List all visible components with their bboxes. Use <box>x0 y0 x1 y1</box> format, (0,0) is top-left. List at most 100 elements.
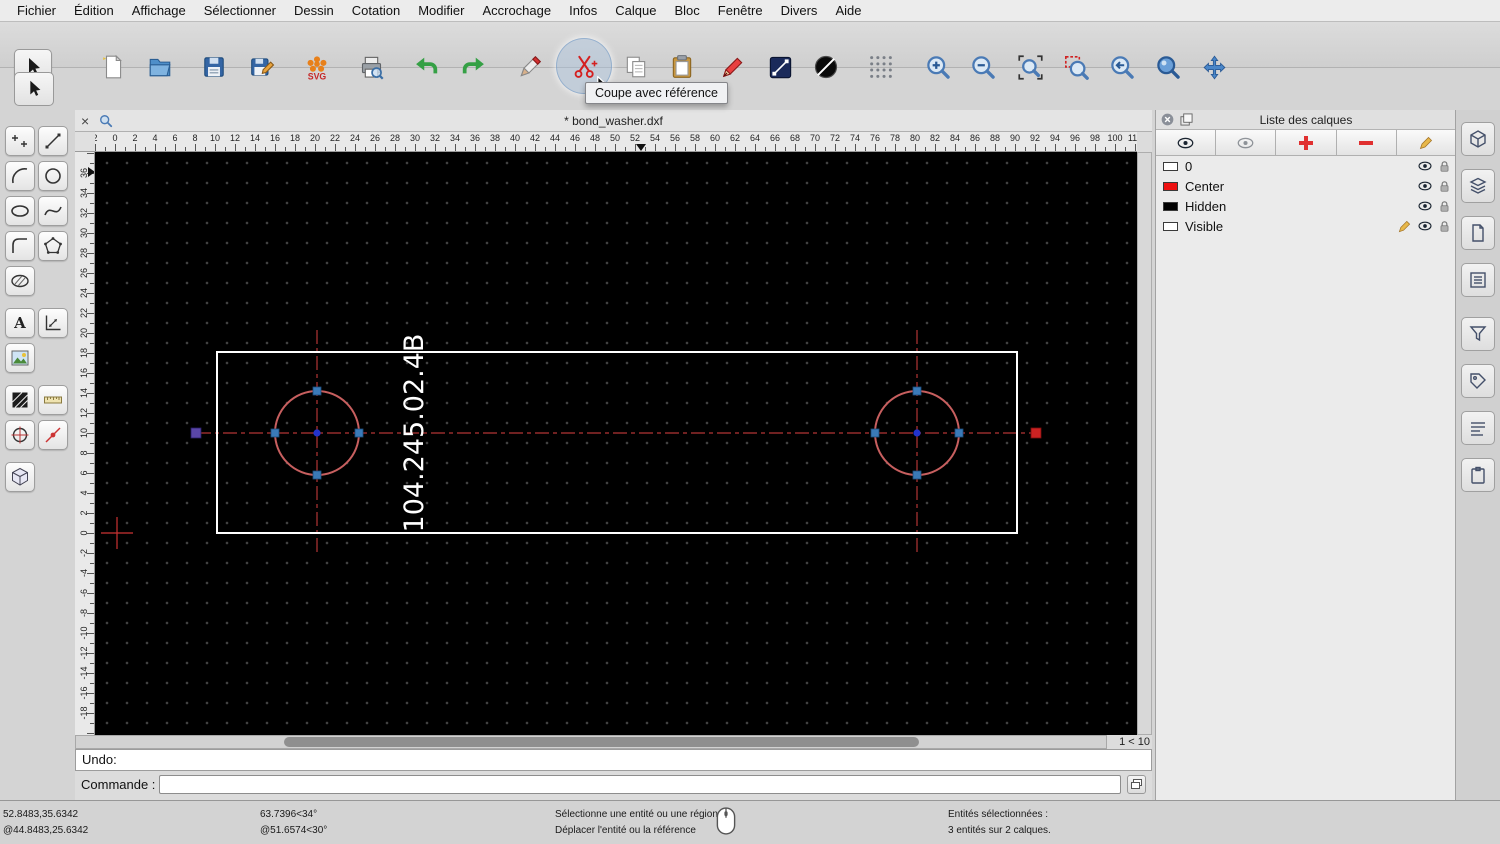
ellipse-style-button[interactable] <box>808 49 844 85</box>
part-number-label[interactable]: 104.245.02.4B <box>399 334 430 533</box>
menu-calque[interactable]: Calque <box>606 0 665 22</box>
solid-tool-button[interactable] <box>5 462 35 492</box>
zoom-selection-button[interactable] <box>1058 49 1094 85</box>
menu-fichier[interactable]: Fichier <box>8 0 65 22</box>
points-tool-button[interactable] <box>5 126 35 156</box>
circle-center-tool-button[interactable] <box>5 420 35 450</box>
drawing-canvas[interactable]: 104.245.02.4B <box>95 152 1137 735</box>
select-tool-button-2[interactable] <box>14 72 54 106</box>
layer-lock-icon[interactable] <box>1439 160 1450 173</box>
washer-outline-rect[interactable] <box>216 351 1018 534</box>
dock-list-button[interactable] <box>1461 263 1495 297</box>
dock-blocks-button[interactable] <box>1461 216 1495 250</box>
polygon-tool-button[interactable] <box>38 231 68 261</box>
polyline-tool-button[interactable] <box>5 231 35 261</box>
menu-accrochage[interactable]: Accrochage <box>473 0 560 22</box>
command-window-toggle-button[interactable] <box>1127 775 1146 794</box>
zoom-out-button[interactable] <box>965 49 1001 85</box>
copy-button[interactable] <box>618 49 654 85</box>
eye-icon <box>1177 137 1194 148</box>
open-file-button[interactable] <box>142 49 178 85</box>
layer-visibility-icon[interactable] <box>1418 221 1432 231</box>
layer-lock-icon[interactable] <box>1439 200 1450 213</box>
dock-clipboard-button[interactable] <box>1461 458 1495 492</box>
undo-button[interactable] <box>408 49 444 85</box>
ellipse-tool-button[interactable] <box>5 196 35 226</box>
text-tool-button[interactable]: A <box>5 308 35 338</box>
measure-tool-button[interactable] <box>38 385 68 415</box>
reference-grip-right[interactable] <box>1030 427 1042 439</box>
line-style-button[interactable] <box>762 49 798 85</box>
image-tool-button[interactable] <box>5 343 35 373</box>
show-all-layers-button[interactable] <box>1156 130 1217 156</box>
dimension-tool-button[interactable] <box>38 308 68 338</box>
layer-row-0[interactable]: 0 <box>1156 156 1456 176</box>
menu-dessin[interactable]: Dessin <box>285 0 343 22</box>
hide-all-layers-button[interactable] <box>1216 130 1277 156</box>
menu-aide[interactable]: Aide <box>826 0 870 22</box>
grid-toggle-button[interactable] <box>863 49 899 85</box>
layer-row-hidden[interactable]: Hidden <box>1156 196 1456 216</box>
menu-cotation[interactable]: Cotation <box>343 0 409 22</box>
save-as-button[interactable] <box>244 49 280 85</box>
layer-visibility-icon[interactable] <box>1418 181 1432 191</box>
menu-bloc[interactable]: Bloc <box>665 0 708 22</box>
print-preview-button[interactable] <box>353 49 389 85</box>
h-ruler-label: 40 <box>509 133 520 143</box>
dock-tag-button[interactable] <box>1461 364 1495 398</box>
redo-button[interactable] <box>456 49 492 85</box>
menu-infos[interactable]: Infos <box>560 0 606 22</box>
command-input[interactable] <box>159 775 1121 794</box>
cut-with-reference-button[interactable] <box>556 38 612 96</box>
zoom-previous-button[interactable] <box>1104 49 1140 85</box>
panel-close-icon[interactable] <box>1161 113 1174 126</box>
layer-row-visible[interactable]: Visible <box>1156 216 1456 236</box>
grip-center-left[interactable] <box>313 429 321 437</box>
dock-library-button[interactable] <box>1461 122 1495 156</box>
menu-affichage[interactable]: Affichage <box>123 0 195 22</box>
layer-visibility-icon[interactable] <box>1418 161 1432 171</box>
dock-layers-button[interactable] <box>1461 169 1495 203</box>
edit-pen-button[interactable] <box>512 49 548 85</box>
svg-export-button[interactable]: SVG <box>299 49 335 85</box>
reference-grip-left[interactable] <box>190 427 202 439</box>
pan-button[interactable] <box>1196 49 1232 85</box>
scrollbar-thumb[interactable] <box>284 737 919 747</box>
paste-button[interactable] <box>664 49 700 85</box>
menu-fenetre[interactable]: Fenêtre <box>709 0 772 22</box>
spline-tool-button[interactable] <box>38 196 68 226</box>
add-layer-button[interactable] <box>1276 130 1337 156</box>
snap-tool-button[interactable] <box>38 420 68 450</box>
menu-selectionner[interactable]: Sélectionner <box>195 0 285 22</box>
dock-notes-button[interactable] <box>1461 411 1495 445</box>
menu-edition[interactable]: Édition <box>65 0 123 22</box>
zoom-auto-button[interactable] <box>1012 49 1048 85</box>
dock-filter-button[interactable] <box>1461 317 1495 351</box>
vertical-scrollbar[interactable] <box>1137 152 1152 735</box>
panel-float-icon[interactable] <box>1180 113 1193 126</box>
draw-pen-button[interactable] <box>715 49 751 85</box>
edit-layer-button[interactable] <box>1396 130 1457 156</box>
new-file-button[interactable] <box>95 49 131 85</box>
ellipse-arc-tool-button[interactable] <box>5 266 35 296</box>
layer-lock-icon[interactable] <box>1439 220 1450 233</box>
layer-row-center[interactable]: Center <box>1156 176 1456 196</box>
menu-divers[interactable]: Divers <box>772 0 827 22</box>
remove-layer-button[interactable] <box>1336 130 1397 156</box>
hatch-tool-button[interactable] <box>5 385 35 415</box>
horizontal-scrollbar[interactable] <box>75 735 1107 749</box>
layer-visibility-icon[interactable] <box>1418 201 1432 211</box>
line-tool-button[interactable] <box>38 126 68 156</box>
line-box-icon <box>769 56 791 78</box>
tab-zoom-icon[interactable] <box>99 114 113 128</box>
layer-lock-icon[interactable] <box>1439 180 1450 193</box>
tab-close-icon[interactable]: × <box>81 110 89 132</box>
save-button[interactable] <box>196 49 232 85</box>
zoom-in-button[interactable] <box>920 49 956 85</box>
zoom-window-button[interactable] <box>1150 49 1186 85</box>
arc-tool-button[interactable] <box>5 161 35 191</box>
menu-modifier[interactable]: Modifier <box>409 0 473 22</box>
v-ruler-label: 30 <box>79 228 89 239</box>
grip-center-right[interactable] <box>913 429 921 437</box>
circle-tool-button[interactable] <box>38 161 68 191</box>
